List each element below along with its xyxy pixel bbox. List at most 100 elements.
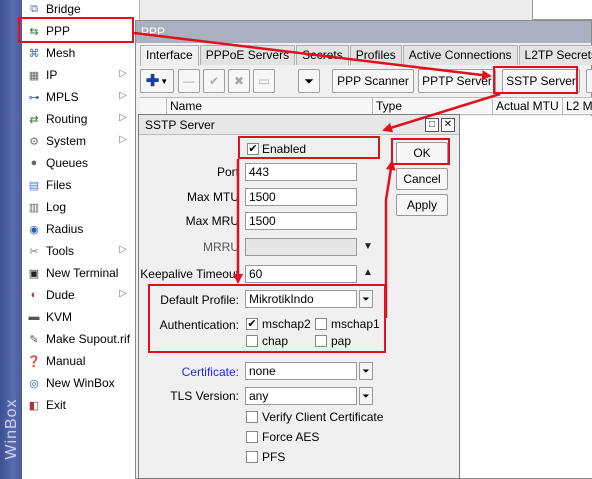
- menu-item-label: Manual: [46, 354, 86, 368]
- mschap2-checkbox[interactable]: ✔: [246, 318, 258, 330]
- check-icon: ✔: [248, 143, 258, 155]
- enable-button[interactable]: ✔: [203, 69, 225, 93]
- tab-secrets[interactable]: Secrets: [296, 45, 349, 65]
- sstp-server-button[interactable]: SSTP Server: [502, 69, 580, 93]
- submenu-arrow-icon: ▷: [119, 68, 127, 79]
- pap-label: pap: [331, 334, 352, 348]
- pfs-label: PFS: [262, 450, 286, 464]
- tools-icon: ✂: [29, 245, 39, 258]
- menu-item-dude[interactable]: ◐ Dude ▷: [22, 284, 139, 306]
- certificate-select[interactable]: none: [245, 362, 357, 380]
- mschap1-checkbox[interactable]: [315, 318, 327, 330]
- comment-button[interactable]: ▭: [253, 69, 275, 93]
- menu-item-radius[interactable]: ◉ Radius: [22, 218, 139, 240]
- manual-icon: ❓: [27, 355, 41, 368]
- tls-version-select[interactable]: any: [245, 387, 357, 405]
- menu-item-new-terminal[interactable]: ▣ New Terminal: [22, 262, 139, 284]
- expand-down-icon[interactable]: ▼: [363, 241, 373, 252]
- menu-item-exit[interactable]: ◧ Exit: [22, 394, 139, 416]
- tab-interface[interactable]: Interface: [140, 45, 199, 66]
- dropdown-arrow-icon[interactable]: ⏷: [359, 387, 373, 405]
- menu-item-ppp[interactable]: ⇆ PPP: [22, 20, 139, 42]
- menu-item-label: IP: [46, 68, 58, 82]
- folder-icon: ▤: [28, 179, 40, 192]
- column-name[interactable]: Name: [166, 98, 372, 115]
- menu-item-label: Mesh: [46, 46, 76, 60]
- sstp-server-dialog: SSTP Server □ ✕ ✔ Enabled Port 443 Max M…: [138, 114, 460, 479]
- menu-item-manual[interactable]: ❓ Manual: [22, 350, 139, 372]
- menu-item-bridge[interactable]: ⧉ Bridge: [22, 0, 139, 20]
- menu-item-label: Files: [46, 178, 72, 192]
- tls-version-label: TLS Version:: [170, 389, 239, 403]
- menu-item-label: Radius: [46, 222, 84, 236]
- menu-item-queues[interactable]: ● Queues: [22, 152, 139, 174]
- dropdown-arrow-icon[interactable]: ⏷: [359, 290, 373, 308]
- more-button[interactable]: [586, 69, 592, 93]
- menu-item-log[interactable]: ▥ Log: [22, 196, 139, 218]
- remove-button[interactable]: —: [178, 69, 200, 93]
- apply-button[interactable]: Apply: [396, 194, 448, 216]
- pap-checkbox[interactable]: [315, 335, 327, 347]
- mrru-label: MRRU: [203, 240, 239, 254]
- menu-item-label: Dude: [46, 288, 75, 302]
- column-type[interactable]: Type: [372, 98, 492, 115]
- maximize-icon[interactable]: □: [425, 118, 439, 132]
- tab-profiles[interactable]: Profiles: [349, 45, 402, 65]
- enabled-label: Enabled: [262, 142, 307, 156]
- menu-item-mesh[interactable]: ⌘ Mesh: [22, 42, 139, 64]
- ok-button[interactable]: OK: [396, 142, 448, 164]
- certificate-label[interactable]: Certificate:: [139, 365, 239, 379]
- tab-l2tp-secrets[interactable]: L2TP Secrets: [518, 45, 592, 65]
- menu-item-label: Exit: [46, 398, 67, 412]
- mpls-icon: ⊶: [28, 91, 40, 104]
- cancel-button[interactable]: Cancel: [396, 168, 448, 190]
- tab-active-connections[interactable]: Active Connections: [402, 45, 518, 65]
- ppp-window-title[interactable]: PPP: [136, 21, 591, 43]
- menu-item-tools[interactable]: ✂ Tools ▷: [22, 240, 139, 262]
- menu-item-ip[interactable]: ▦ IP ▷: [22, 64, 139, 86]
- menu-item-make-supout-rif[interactable]: ✎ Make Supout.rif: [22, 328, 139, 350]
- column-actual-mtu[interactable]: Actual MTU: [492, 98, 562, 115]
- mschap2-label: mschap2: [262, 317, 311, 331]
- menu-item-mpls[interactable]: ⊶ MPLS ▷: [22, 86, 139, 108]
- menu-item-system[interactable]: ⚙ System ▷: [22, 130, 139, 152]
- add-button[interactable]: ✚ ▼: [140, 69, 174, 93]
- port-field[interactable]: 443: [245, 163, 357, 181]
- mrru-field[interactable]: [245, 238, 357, 256]
- menu-item-label: New Terminal: [46, 266, 119, 280]
- routing-icon: ⇄: [29, 113, 39, 126]
- close-icon[interactable]: ✕: [441, 118, 455, 132]
- menu-item-label: MPLS: [46, 90, 79, 104]
- filter-button[interactable]: ⏷: [298, 69, 320, 93]
- authentication-label: Authentication:: [159, 318, 239, 332]
- pfs-checkbox[interactable]: [246, 451, 258, 463]
- disable-button[interactable]: ✖: [228, 69, 250, 93]
- minus-icon: —: [183, 74, 195, 88]
- force-aes-checkbox[interactable]: [246, 431, 258, 443]
- verify-client-cert-checkbox[interactable]: [246, 411, 258, 423]
- menu-item-label: Log: [46, 200, 67, 214]
- enabled-checkbox[interactable]: ✔: [247, 143, 259, 155]
- menu-item-kvm[interactable]: ▬ KVM: [22, 306, 139, 328]
- menu-item-routing[interactable]: ⇄ Routing ▷: [22, 108, 139, 130]
- menu-item-files[interactable]: ▤ Files: [22, 174, 139, 196]
- keepalive-label: Keepalive Timeout: [140, 267, 239, 281]
- winbox-vertical-label: WinBox: [3, 398, 20, 460]
- max-mtu-field[interactable]: 1500: [245, 188, 357, 206]
- dropdown-arrow-icon[interactable]: ⏷: [359, 362, 373, 380]
- ppp-scanner-button[interactable]: PPP Scanner: [332, 69, 414, 93]
- pptp-server-button[interactable]: PPTP Server: [418, 69, 496, 93]
- default-profile-select[interactable]: MikrotikIndo: [245, 290, 357, 308]
- keepalive-field[interactable]: 60: [245, 265, 357, 283]
- menu-item-label: New WinBox: [46, 376, 115, 390]
- submenu-arrow-icon: ▷: [119, 90, 127, 101]
- menu-item-label: KVM: [46, 310, 73, 324]
- column-l2-mtu[interactable]: L2 M: [562, 98, 592, 115]
- chap-checkbox[interactable]: [246, 335, 258, 347]
- check-icon: ✔: [247, 318, 257, 330]
- max-mru-field[interactable]: 1500: [245, 212, 357, 230]
- collapse-up-icon[interactable]: ▲: [363, 267, 373, 278]
- menu-item-new-winbox[interactable]: ◎ New WinBox: [22, 372, 139, 394]
- tab-pppoe-servers[interactable]: PPPoE Servers: [199, 45, 296, 65]
- sstp-dialog-title[interactable]: SSTP Server: [139, 115, 459, 135]
